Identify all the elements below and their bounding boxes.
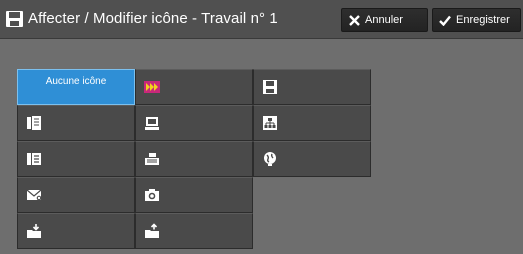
icon-option-folder-in[interactable]: [17, 213, 135, 249]
close-icon: [349, 14, 360, 26]
document-stack-icon: [27, 116, 41, 130]
save-button[interactable]: Enregistrer: [432, 8, 521, 32]
printer-icon: [145, 153, 159, 165]
camera-icon: [145, 189, 159, 201]
icon-option-floppy[interactable]: [253, 69, 371, 105]
arrows-forward-icon: [144, 81, 160, 93]
network-hierarchy-icon: [263, 116, 277, 130]
monitor-icon: [145, 117, 159, 130]
cancel-button[interactable]: Annuler: [341, 8, 428, 32]
folder-in-icon: [27, 224, 41, 238]
icon-option-arrows[interactable]: [135, 69, 253, 105]
page-title: Affecter / Modifier icône - Travail n° 1: [28, 10, 278, 27]
icon-grid: Aucune icône: [17, 69, 373, 253]
icon-option-none[interactable]: Aucune icône: [17, 69, 135, 105]
no-icon-label: Aucune icône: [45, 76, 107, 87]
icon-option-fax[interactable]: [17, 141, 135, 177]
checkmark-icon: [439, 15, 451, 26]
floppy-disk-icon: [263, 80, 277, 94]
icon-option-camera[interactable]: [135, 177, 253, 213]
icon-option-globe[interactable]: [253, 141, 371, 177]
icon-option-monitor[interactable]: [135, 105, 253, 141]
email-icon: [26, 189, 42, 201]
title-bar: Affecter / Modifier icône - Travail n° 1…: [0, 0, 523, 39]
cancel-label: Annuler: [365, 14, 403, 26]
save-label: Enregistrer: [456, 14, 510, 26]
globe-icon: [264, 152, 276, 166]
folder-out-icon: [145, 223, 159, 238]
icon-option-folder-out[interactable]: [135, 213, 253, 249]
floppy-disk-icon: [6, 11, 23, 27]
icon-option-printer[interactable]: [135, 141, 253, 177]
icon-option-email[interactable]: [17, 177, 135, 213]
fax-icon: [27, 153, 41, 165]
icon-option-documents[interactable]: [17, 105, 135, 141]
icon-option-network[interactable]: [253, 105, 371, 141]
